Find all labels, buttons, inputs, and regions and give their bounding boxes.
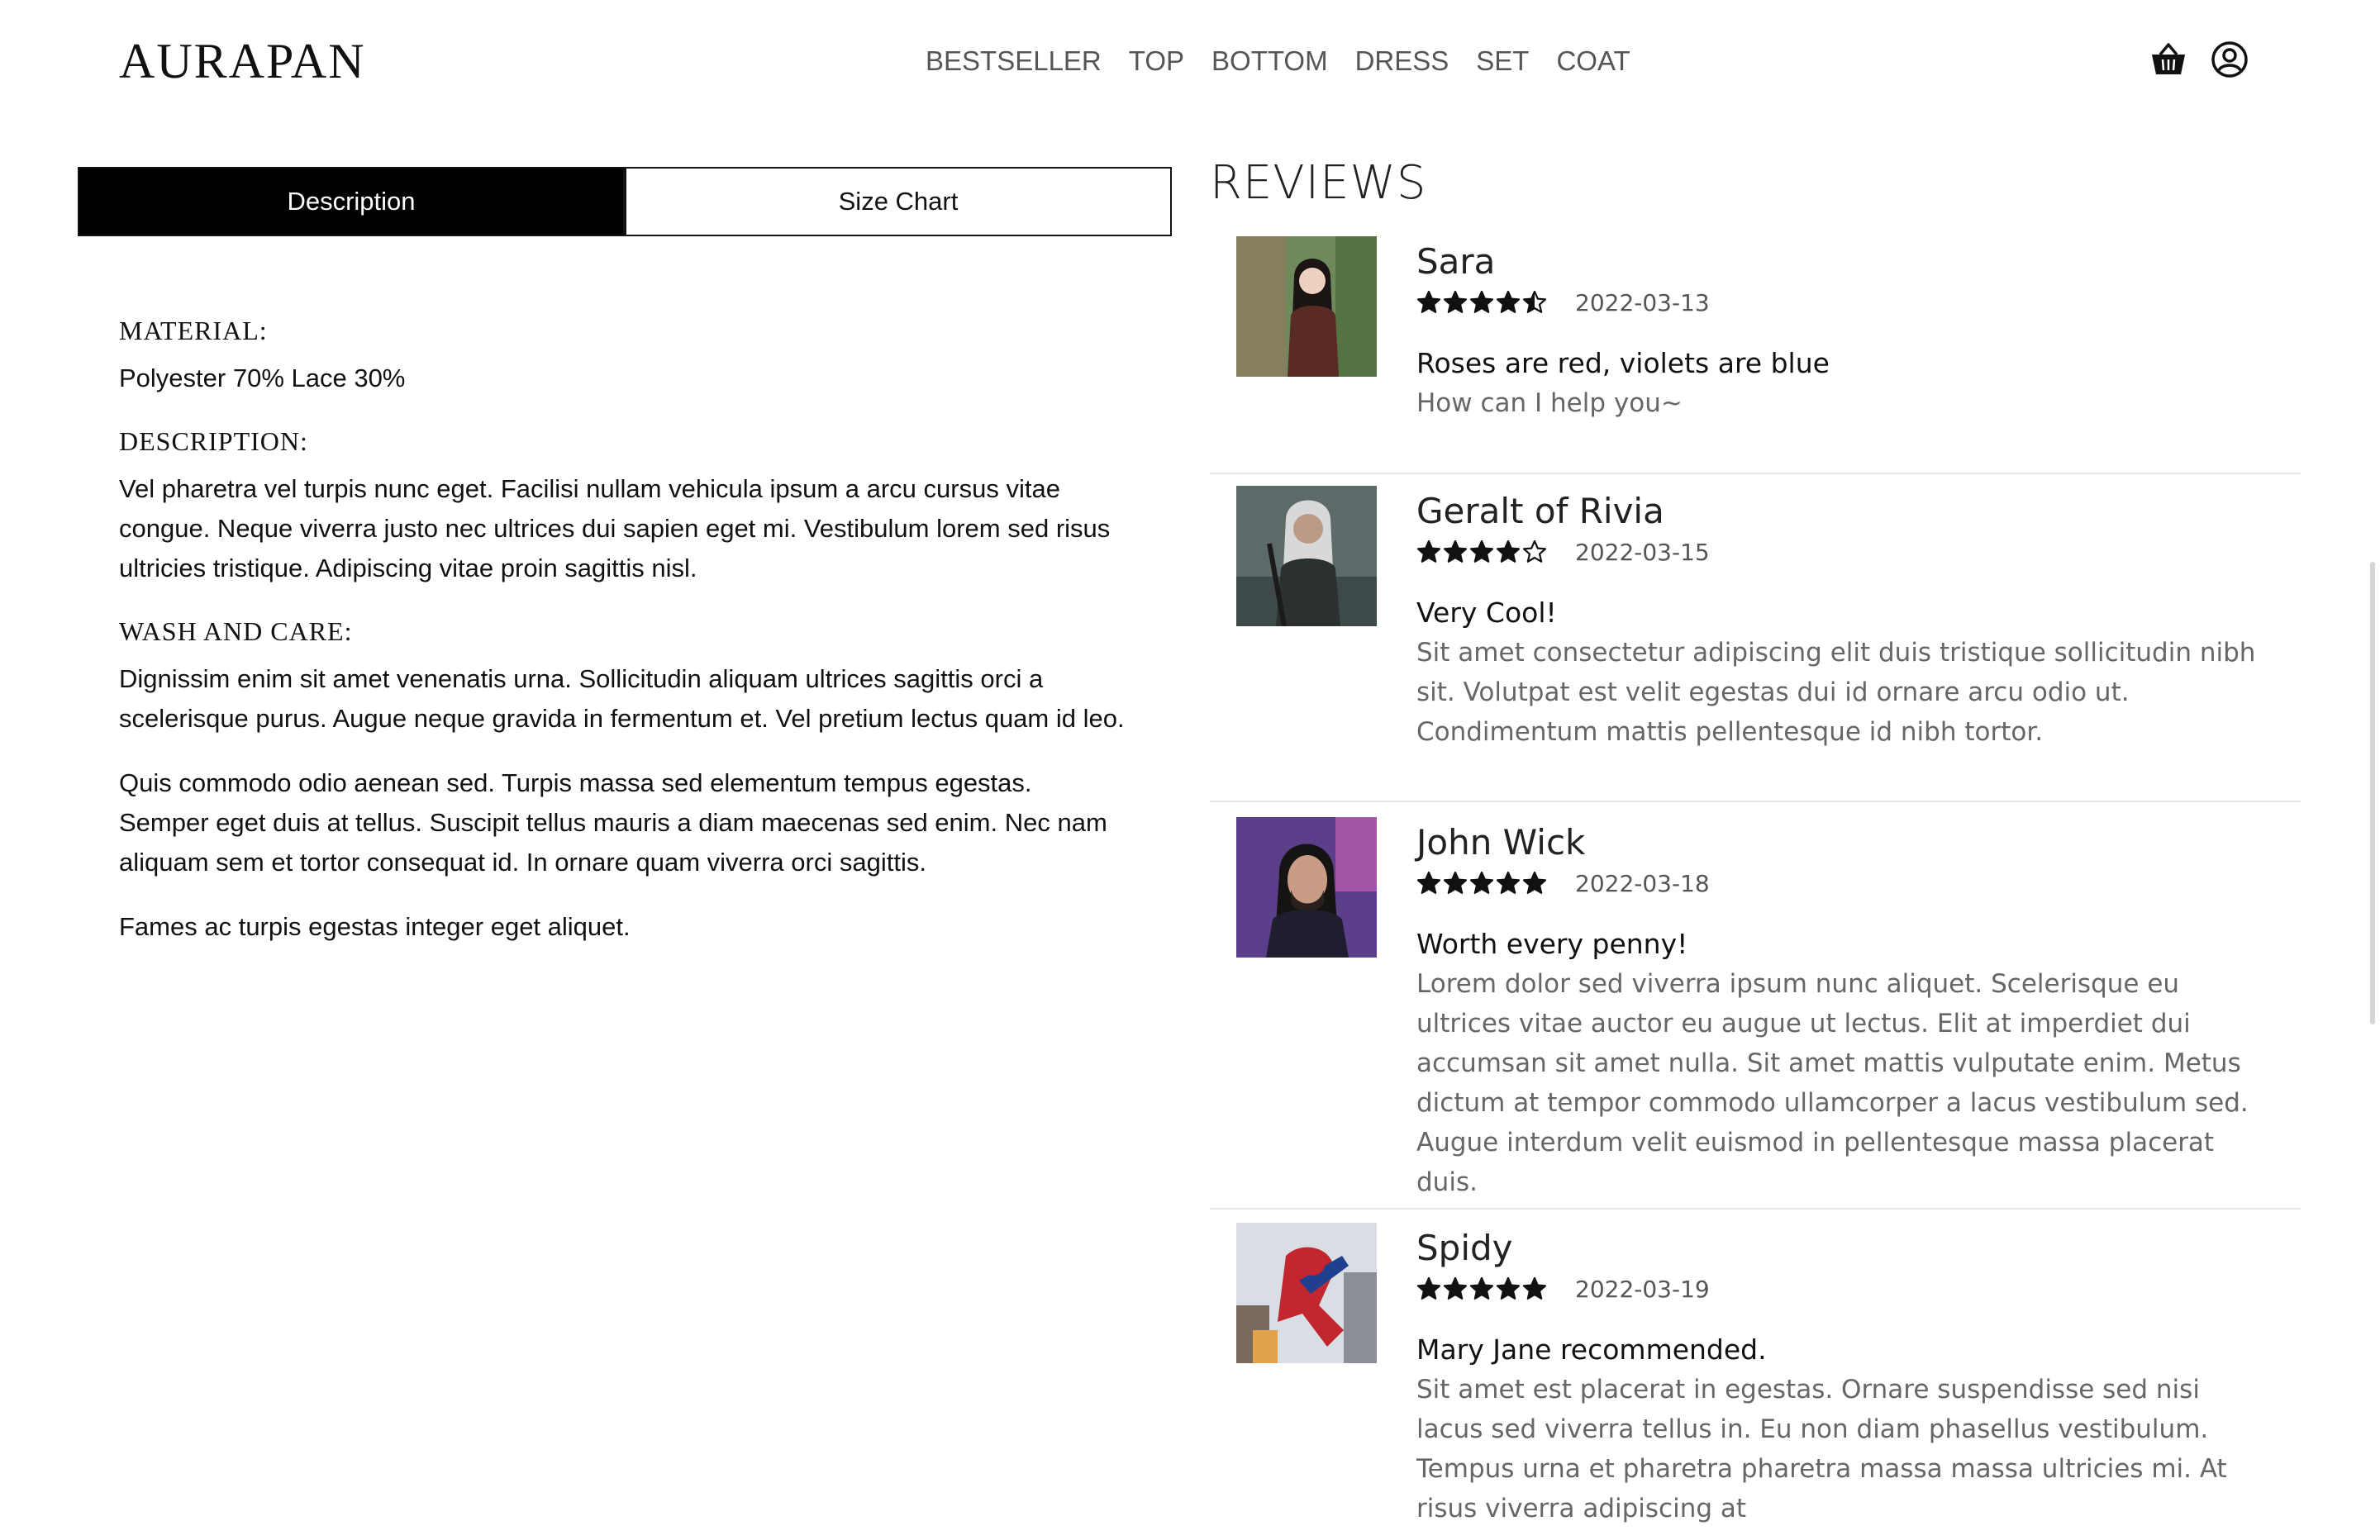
review-date: 2022-03-18: [1575, 869, 1710, 897]
main-nav: BESTSELLER TOP BOTTOM DRESS SET COAT: [926, 40, 1658, 83]
star-filled-icon: [1469, 290, 1494, 313]
wash-care-paragraph: Dignissim enim sit amet venenatis urna. …: [119, 664, 1125, 733]
star-filled-icon: [1496, 871, 1521, 894]
site-header: AURAPAN BESTSELLER TOP BOTTOM DRESS SET …: [0, 0, 2380, 124]
reviewer-avatar: [1236, 236, 1377, 377]
review-meta: 2022-03-13: [1416, 286, 2268, 319]
reviews-heading: REVIEWS: [1210, 156, 1427, 210]
review-item: John Wick 2022-03-18 Worth every penny! …: [1210, 802, 2301, 1210]
description-panel: MATERIAL: Polyester 70% Lace 30% DESCRIP…: [119, 314, 1127, 972]
page-scrollbar[interactable]: [2370, 562, 2375, 1024]
review-meta: 2022-03-15: [1416, 535, 2268, 568]
star-rating: [1416, 290, 1549, 315]
review-body: John Wick 2022-03-18 Worth every penny! …: [1416, 817, 2268, 1202]
review-title: Very Cool!: [1416, 597, 1557, 629]
tab-size-chart[interactable]: Size Chart: [625, 167, 1172, 236]
basket-icon[interactable]: [2149, 40, 2188, 79]
review-meta: 2022-03-19: [1416, 1272, 2268, 1305]
description-text: Vel pharetra vel turpis nunc eget. Facil…: [119, 474, 1111, 582]
wash-care-paragraph: Fames ac turpis egestas integer eget ali…: [119, 912, 631, 941]
reviewer-name: Geralt of Rivia: [1416, 491, 1664, 531]
star-filled-icon: [1416, 871, 1441, 894]
tab-description[interactable]: Description: [78, 167, 625, 236]
review-date: 2022-03-13: [1575, 288, 1710, 316]
review-text: Lorem dolor sed viverra ipsum nunc aliqu…: [1416, 969, 2249, 1197]
nav-bestseller[interactable]: BESTSELLER: [926, 40, 1102, 83]
review-title: Roses are red, violets are blue: [1416, 347, 1830, 379]
review-item: Spidy 2022-03-19 Mary Jane recommended. …: [1210, 1210, 2301, 1540]
star-filled-icon: [1496, 290, 1521, 313]
star-filled-icon: [1443, 290, 1468, 313]
star-filled-icon: [1416, 290, 1441, 313]
star-empty-icon: [1522, 539, 1547, 563]
reviewer-avatar: [1236, 1223, 1377, 1363]
nav-dress[interactable]: DRESS: [1355, 40, 1449, 83]
reviewer-avatar: [1236, 817, 1377, 958]
review-text: How can I help you~: [1416, 388, 1683, 418]
nav-top[interactable]: TOP: [1129, 40, 1184, 83]
wash-care-heading: WASH AND CARE:: [119, 616, 353, 646]
reviewer-name: John Wick: [1416, 822, 1586, 863]
account-icon[interactable]: [2210, 40, 2249, 79]
review-title: Mary Jane recommended.: [1416, 1333, 1767, 1366]
reviews-list: Sara 2022-03-13 Roses are red, violets a…: [1210, 236, 2301, 1540]
star-filled-icon: [1416, 539, 1441, 563]
brand-logo[interactable]: AURAPAN: [119, 30, 366, 93]
star-filled-icon: [1522, 1276, 1547, 1300]
reviewer-name: Spidy: [1416, 1228, 1513, 1268]
nav-coat[interactable]: COAT: [1556, 40, 1630, 83]
review-title: Worth every penny!: [1416, 928, 1688, 960]
star-filled-icon: [1496, 1276, 1521, 1300]
star-filled-icon: [1522, 871, 1547, 894]
star-rating: [1416, 1276, 1549, 1301]
nav-bottom[interactable]: BOTTOM: [1211, 40, 1328, 83]
review-item: Geralt of Rivia 2022-03-15 Very Cool! Si…: [1210, 474, 2301, 802]
review-body: Geralt of Rivia 2022-03-15 Very Cool! Si…: [1416, 486, 2268, 752]
star-rating: [1416, 539, 1549, 564]
review-body: Sara 2022-03-13 Roses are red, violets a…: [1416, 236, 2268, 423]
star-filled-icon: [1416, 1276, 1441, 1300]
star-filled-icon: [1469, 871, 1494, 894]
review-item: Sara 2022-03-13 Roses are red, violets a…: [1210, 236, 2301, 474]
star-filled-icon: [1496, 539, 1521, 563]
material-heading: MATERIAL:: [119, 316, 268, 345]
reviewer-avatar: [1236, 486, 1377, 626]
star-filled-icon: [1469, 539, 1494, 563]
review-body: Spidy 2022-03-19 Mary Jane recommended. …: [1416, 1223, 2268, 1528]
reviewer-name: Sara: [1416, 241, 1496, 282]
header-actions: [2149, 40, 2271, 79]
review-text: Sit amet consectetur adipiscing elit dui…: [1416, 638, 2256, 747]
star-filled-icon: [1443, 871, 1468, 894]
review-text: Sit amet est placerat in egestas. Ornare…: [1416, 1375, 2227, 1523]
star-half-icon: [1522, 290, 1547, 313]
review-meta: 2022-03-18: [1416, 867, 2268, 900]
product-tabs: Description Size Chart: [78, 167, 1172, 236]
review-date: 2022-03-19: [1575, 1275, 1710, 1303]
star-filled-icon: [1469, 1276, 1494, 1300]
description-heading: DESCRIPTION:: [119, 426, 308, 456]
nav-set[interactable]: SET: [1476, 40, 1529, 83]
star-rating: [1416, 871, 1549, 896]
material-text: Polyester 70% Lace 30%: [119, 364, 406, 392]
star-filled-icon: [1443, 539, 1468, 563]
wash-care-paragraph: Quis commodo odio aenean sed. Turpis mas…: [119, 768, 1107, 877]
review-date: 2022-03-15: [1575, 538, 1710, 566]
star-filled-icon: [1443, 1276, 1468, 1300]
